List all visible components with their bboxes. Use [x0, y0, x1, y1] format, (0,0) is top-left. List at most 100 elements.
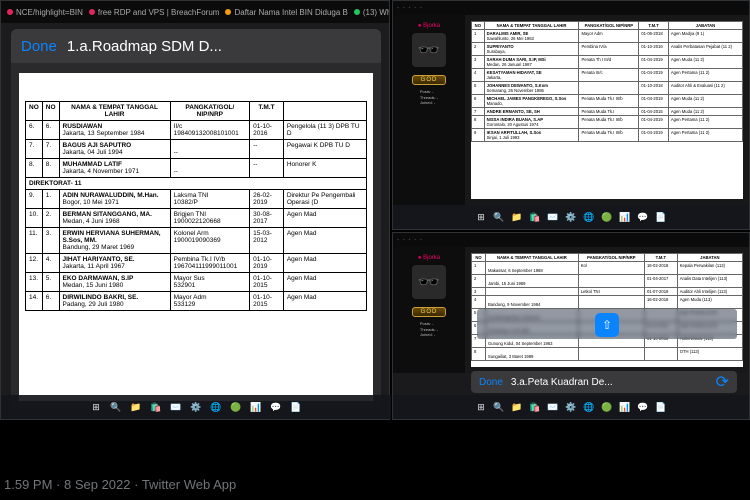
- table-row: 14.6. DIRWILINDO BAKRI, SE.Padang, 29 Ju…: [26, 292, 367, 311]
- column-header: PANGKAT/GOL/ NIP/NRP: [170, 102, 249, 121]
- document-titlebar: Done 1.a.Roadmap SDM D...: [11, 29, 381, 63]
- table-row: 11.3. ERWIN HERVIANA SUHERMAN, S.Sos, MM…: [26, 228, 367, 254]
- table-row: 1DARALMIS AMIR, SESawahlunto, 26 Mei 196…: [472, 30, 743, 43]
- roster-table-small: NONAMA & TEMPAT TANGGAL LAHIRPANGKAT/GOL…: [471, 21, 743, 142]
- table-row: 10.2. BERMAN SITANGGANG, MA.Medan, 4 Jun…: [26, 209, 367, 228]
- screenshot-right-top: ◦◦◦◦◦ ● Bjorka 🕶️ GOD Posts: -Threads: -…: [392, 0, 750, 230]
- table-row: 12.4. JIHAT HARIYANTO, SE.Jakarta, 11 Ap…: [26, 254, 367, 273]
- table-row: 8Sungailiat, 3 Maret 1989OTH (113): [472, 348, 743, 361]
- taskbar-icon[interactable]: 🌐: [582, 400, 596, 414]
- taskbar-icon[interactable]: 📁: [129, 400, 143, 414]
- table-row: 7.7. BAGUS AJI SAPUTROJakarta, 04 Juli 1…: [26, 140, 367, 159]
- document-viewer: Done 1.a.Roadmap SDM D... NONONAMA & TEM…: [11, 29, 381, 409]
- taskbar-icon[interactable]: ✉️: [169, 400, 183, 414]
- taskbar-icon[interactable]: 🌐: [209, 400, 223, 414]
- table-row: 13.5. EKO DARMAWAN, S.IPMedan, 15 Juni 1…: [26, 273, 367, 292]
- table-row: 6.6. RUSDIAWANJakarta, 13 September 1984…: [26, 121, 367, 140]
- favicon-icon: [7, 9, 13, 15]
- table-row: 9IKSAN ARFITULLAH, S.SosSinjai, 1 Juli 1…: [472, 129, 743, 142]
- taskbar-icon[interactable]: ⊞: [474, 210, 488, 224]
- table-row: 9.1. ADIN NURAWALUDDIN, M.Han.Bogor, 10 …: [26, 190, 367, 209]
- taskbar-icon[interactable]: 🔍: [492, 400, 506, 414]
- taskbar-icon[interactable]: ✉️: [546, 210, 560, 224]
- windows-taskbar[interactable]: ⊞ 🔍 📁 🛍️ ✉️ ⚙️ 🌐 🟢 📊 💬 📄: [393, 205, 749, 229]
- table-row: 5JOHANNES DEWANTO, S.KomSemarang, 26 Nov…: [472, 82, 743, 95]
- column-header: [283, 102, 366, 121]
- avatar: 🕶️: [412, 265, 446, 299]
- table-row: 8.8. MUHAMMAD LATIFJakarta, 4 November 1…: [26, 159, 367, 178]
- taskbar-icon[interactable]: 📊: [618, 400, 632, 414]
- screenshot-right-bottom: ◦◦◦◦◦ ● Bjorka 🕶️ GOD Posts: -Threads: -…: [392, 232, 750, 420]
- browser-tab[interactable]: Daftar Nama Intel BIN Diduga B: [225, 8, 347, 17]
- table-row: 3SARAH DUMA SARI, S.IP, MSiMedan, 26 Jan…: [472, 56, 743, 69]
- forum-post: ● Bjorka 🕶️ GOD Posts: -Threads: -Joined…: [393, 247, 749, 373]
- forum-username: ● Bjorka: [418, 255, 440, 261]
- avatar: 🕶️: [412, 33, 446, 67]
- table-row: 4KESATYAMAN HIDAYAT, SEJakarta, Penata I…: [472, 69, 743, 82]
- roster-table-small: NONAMA & TEMPAT TANGGAL LAHIRPANGKAT/GOL…: [471, 253, 743, 361]
- taskbar-icon[interactable]: 🛍️: [149, 400, 163, 414]
- section-header: DIREKTORAT- 11: [26, 178, 367, 190]
- taskbar-icon[interactable]: 🟢: [600, 210, 614, 224]
- table-row: 8NISSA INDIRA BUANA, S.APGorontalo, 20 A…: [472, 116, 743, 129]
- forum-post: ● Bjorka 🕶️ GOD Posts: -Threads: -Joined…: [393, 15, 749, 205]
- taskbar-icon[interactable]: ✉️: [546, 400, 560, 414]
- document-titlebar: Done 3.a.Peta Kuadran De... ⟳: [471, 371, 737, 393]
- browser-tab[interactable]: (13) WhatsApp: [354, 8, 389, 17]
- column-header: NO: [42, 102, 59, 121]
- taskbar-icon[interactable]: 💬: [269, 400, 283, 414]
- taskbar-icon[interactable]: 🟢: [600, 400, 614, 414]
- taskbar-icon[interactable]: 🌐: [582, 210, 596, 224]
- done-button[interactable]: Done: [479, 377, 503, 388]
- document-page: NONONAMA & TEMPAT TANGGAL LAHIRPANGKAT/G…: [19, 73, 373, 401]
- table-row: 7ANDRE ERMANTO, SE, SHPenata Muda Tk.I01…: [472, 108, 743, 116]
- taskbar-icon[interactable]: ⊞: [89, 400, 103, 414]
- taskbar-icon[interactable]: 📄: [654, 210, 668, 224]
- roster-table: NONONAMA & TEMPAT TANGGAL LAHIRPANGKAT/G…: [25, 101, 367, 311]
- taskbar-icon[interactable]: 🔍: [109, 400, 123, 414]
- forum-username: ● Bjorka: [418, 23, 440, 29]
- taskbar-icon[interactable]: 🛍️: [528, 210, 542, 224]
- forum-user-sidebar: ● Bjorka 🕶️ GOD Posts: -Threads: -Joined…: [393, 247, 465, 373]
- rank-badge: GOD: [412, 75, 447, 85]
- browser-tab[interactable]: NCE/highlight=BIN: [7, 8, 83, 17]
- rank-badge: GOD: [412, 307, 447, 317]
- taskbar-icon[interactable]: ⚙️: [189, 400, 203, 414]
- taskbar-icon[interactable]: 💬: [636, 400, 650, 414]
- done-button[interactable]: Done: [21, 38, 57, 55]
- taskbar-icon[interactable]: 📁: [510, 210, 524, 224]
- favicon-icon: [89, 9, 95, 15]
- share-button[interactable]: ⇧: [595, 313, 619, 337]
- taskbar-icon[interactable]: 📁: [510, 400, 524, 414]
- browser-tab-strip: ◦◦◦◦◦: [393, 1, 749, 15]
- taskbar-icon[interactable]: ⊞: [474, 400, 488, 414]
- share-icon: ⇧: [602, 318, 612, 332]
- taskbar-icon[interactable]: 💬: [636, 210, 650, 224]
- table-row: 2SUPRIYANTOSurabaya, Pembina IV/a01-10-2…: [472, 43, 743, 56]
- taskbar-icon[interactable]: 📊: [249, 400, 263, 414]
- browser-tab[interactable]: free RDP and VPS | BreachForum: [89, 8, 220, 17]
- taskbar-icon[interactable]: 📊: [618, 210, 632, 224]
- table-row: 6MICHAEL JAMES PANGKEREGO, S.SosManado, …: [472, 95, 743, 108]
- taskbar-icon[interactable]: 🛍️: [528, 400, 542, 414]
- screenshot-left: NCE/highlight=BIN free RDP and VPS | Bre…: [0, 0, 390, 420]
- taskbar-icon[interactable]: ⚙️: [564, 400, 578, 414]
- windows-taskbar[interactable]: ⊞ 🔍 📁 🛍️ ✉️ ⚙️ 🌐 🟢 📊 💬 📄: [1, 395, 391, 419]
- taskbar-icon[interactable]: 🔍: [492, 210, 506, 224]
- taskbar-icon[interactable]: 🟢: [229, 400, 243, 414]
- table-row: 4Bandung, 9 November 198416-02-2018Agen …: [472, 296, 743, 309]
- document-filename: 1.a.Roadmap SDM D...: [67, 38, 222, 55]
- table-row: 1Makassar, 6 September 1968Kol16-02-2018…: [472, 262, 743, 275]
- favicon-icon: [354, 9, 360, 15]
- column-header: NAMA & TEMPAT TANGGAL LAHIR: [59, 102, 170, 121]
- attached-document: NONAMA & TEMPAT TANGGAL LAHIRPANGKAT/GOL…: [471, 253, 743, 367]
- taskbar-icon[interactable]: ⚙️: [564, 210, 578, 224]
- taskbar-icon[interactable]: 📄: [289, 400, 303, 414]
- taskbar-icon[interactable]: 📄: [654, 400, 668, 414]
- column-header: NO: [26, 102, 43, 121]
- attached-document: NONAMA & TEMPAT TANGGAL LAHIRPANGKAT/GOL…: [471, 21, 743, 199]
- windows-taskbar[interactable]: ⊞ 🔍 📁 🛍️ ✉️ ⚙️ 🌐 🟢 📊 💬 📄: [393, 395, 749, 419]
- refresh-icon[interactable]: ⟳: [716, 372, 729, 392]
- forum-user-sidebar: ● Bjorka 🕶️ GOD Posts: -Threads: -Joined…: [393, 15, 465, 205]
- tweet-timestamp[interactable]: 1.59 PM8 Sep 2022Twitter Web App: [4, 477, 236, 492]
